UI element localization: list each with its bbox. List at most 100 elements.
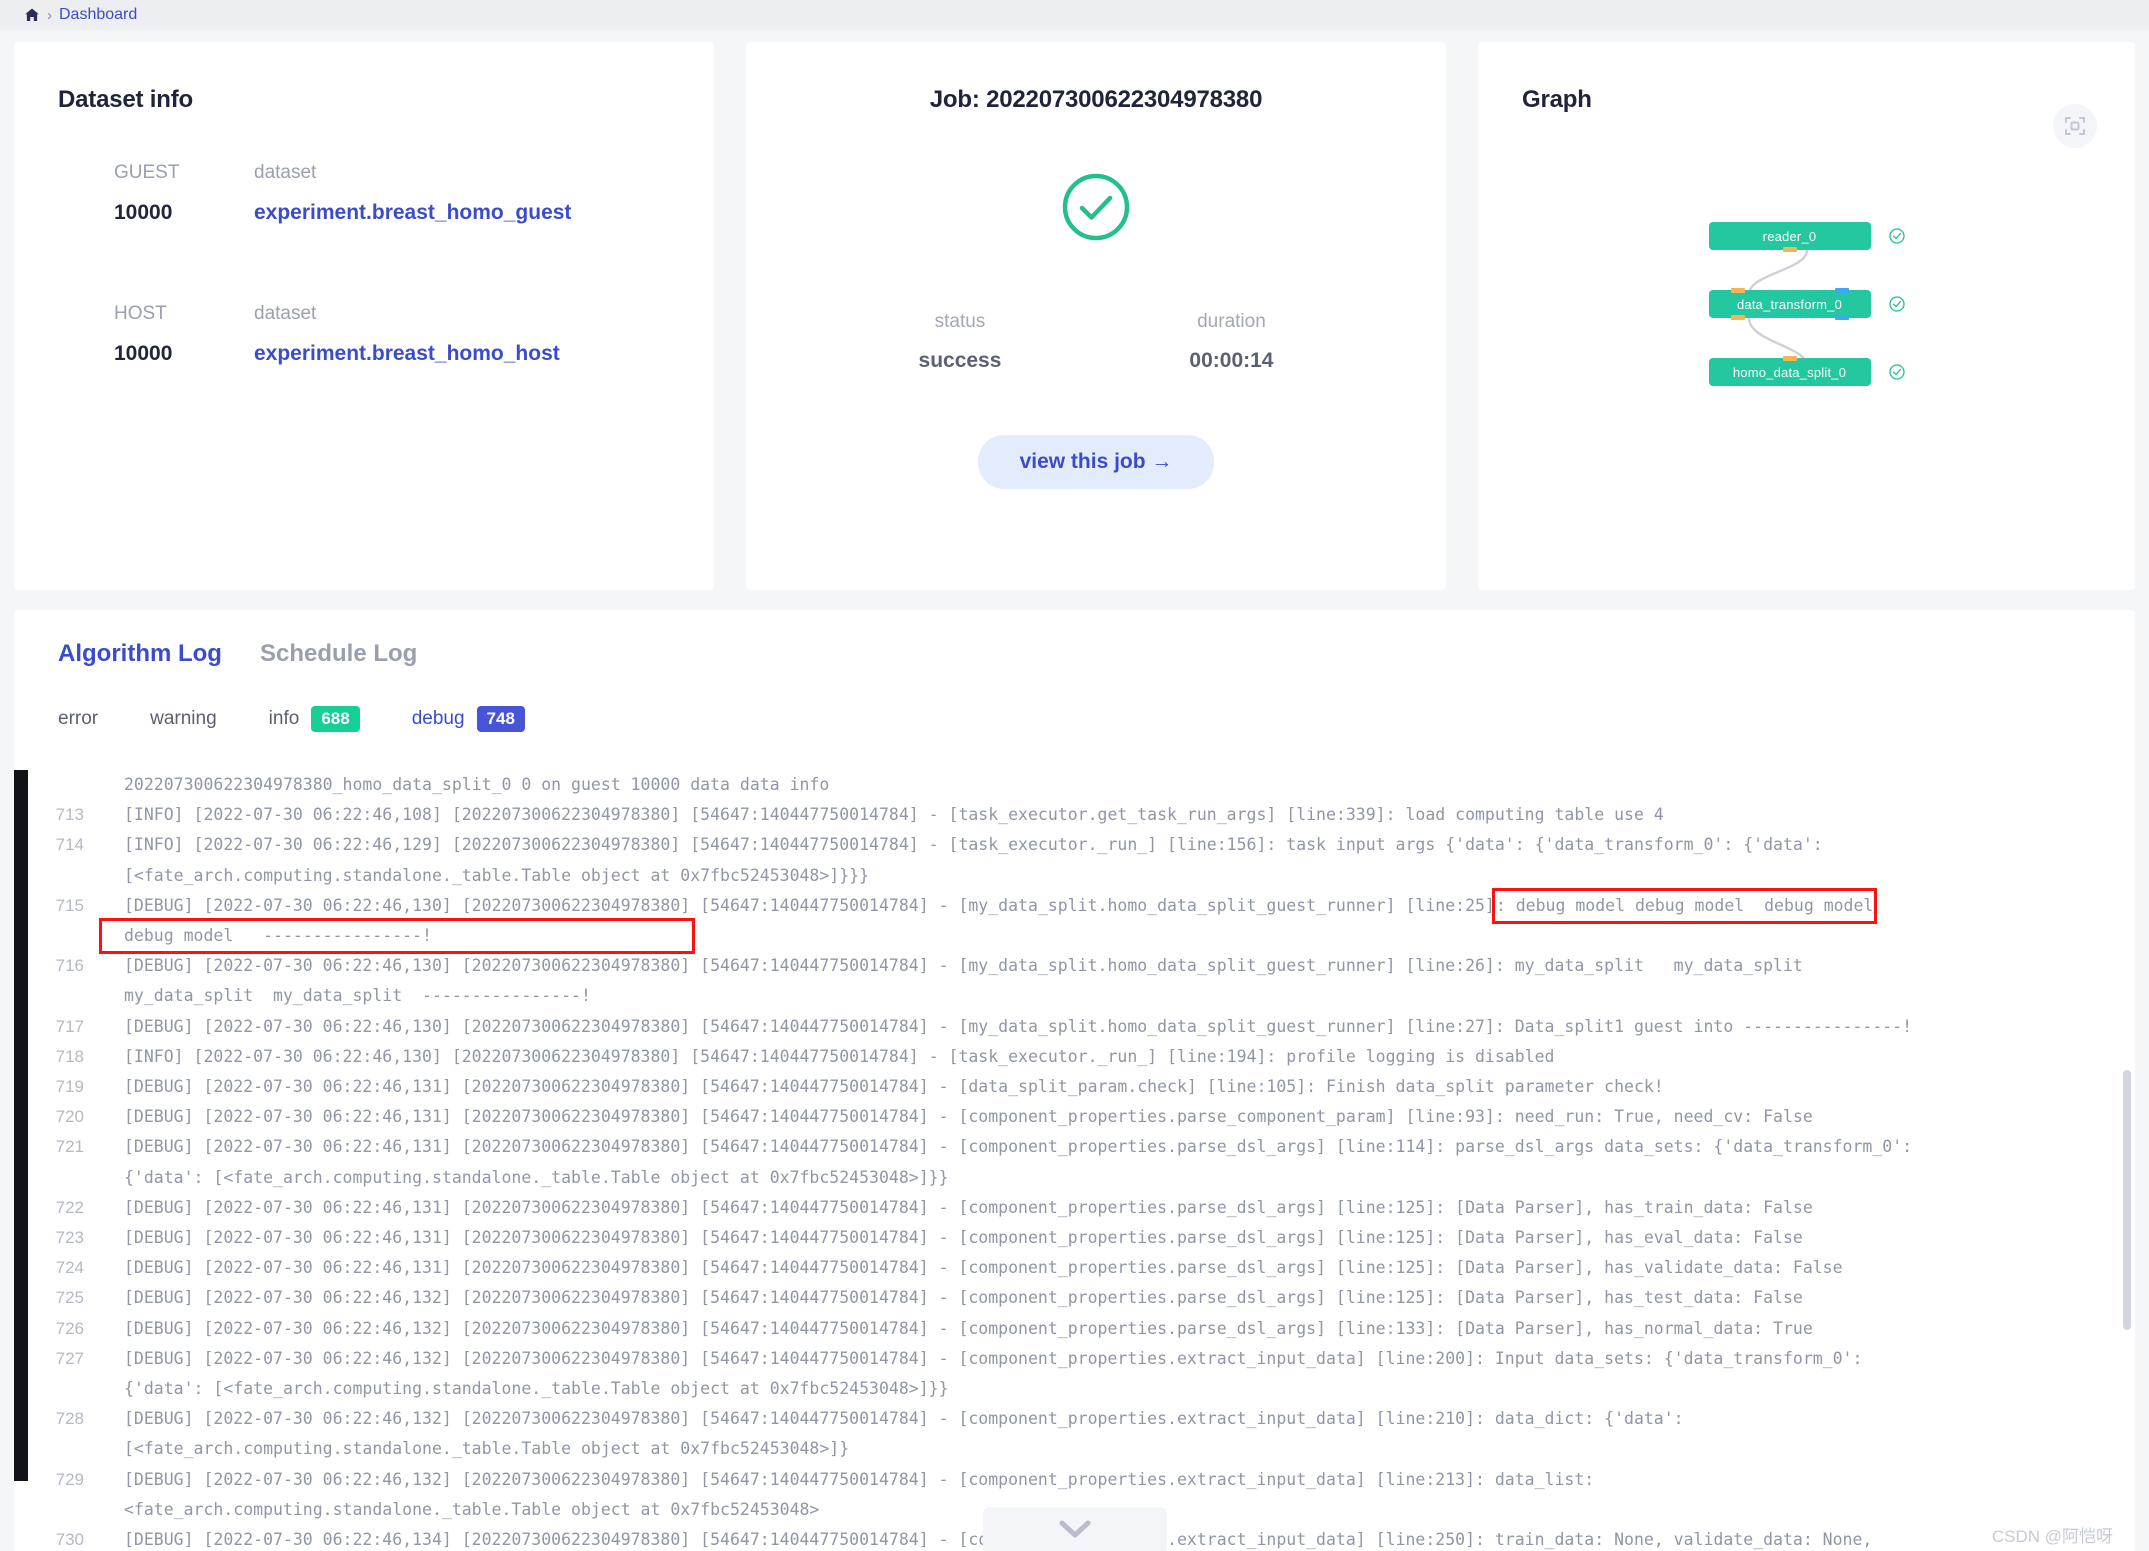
guest-role-value: 10000 bbox=[114, 201, 173, 224]
check-circle-icon bbox=[1888, 364, 1905, 380]
home-icon[interactable] bbox=[24, 7, 40, 23]
log-line: 729 [DEBUG] [2022-07-30 06:22:46,132] [20… bbox=[14, 1465, 2135, 1495]
job-status-icon-wrap bbox=[746, 170, 1446, 249]
log-line-text: [<fate_arch.computing.standalone._table.… bbox=[124, 865, 870, 885]
input-port-icon bbox=[1730, 288, 1745, 293]
log-line: 202207300622304978380_homo_data_split_0 … bbox=[14, 770, 2135, 800]
log-line-text: my_data_split my_data_split ------------… bbox=[124, 986, 591, 1006]
log-line-text: [DEBUG] [2022-07-30 06:22:46,130] [20220… bbox=[124, 1016, 1913, 1036]
log-line-text: [DEBUG] [2022-07-30 06:22:46,131] [20220… bbox=[124, 1197, 1813, 1217]
log-line: 720 [DEBUG] [2022-07-30 06:22:46,131] [20… bbox=[14, 1102, 2135, 1132]
duration-label: duration bbox=[1197, 311, 1266, 332]
csdn-watermark: CSDN @阿恺呀 bbox=[1991, 1527, 2113, 1546]
dag-row-data-transform: data_transform_0 bbox=[1708, 288, 1905, 320]
log-output[interactable]: 202207300622304978380_homo_data_split_0 … bbox=[14, 770, 2135, 1551]
log-line: {'data': [<fate_arch.computing.standalon… bbox=[14, 1163, 2135, 1193]
host-dataset-link[interactable]: experiment.breast_homo_host bbox=[254, 342, 560, 365]
log-level-info-count: 688 bbox=[311, 706, 360, 733]
log-line: {'data': [<fate_arch.computing.standalon… bbox=[14, 1374, 2135, 1404]
fullscreen-icon[interactable] bbox=[2053, 104, 2097, 148]
graph-card: Graph reader_0 data_transform_0 homo_dat… bbox=[1478, 42, 2135, 590]
log-line-text: <fate_arch.computing.standalone._table.T… bbox=[124, 1499, 820, 1519]
log-line-text: [DEBUG] [2022-07-30 06:22:46,132] [20220… bbox=[124, 1348, 1863, 1368]
dataset-row-host: HOST 10000 dataset experiment.breast_hom… bbox=[114, 303, 714, 366]
log-line-text: [<fate_arch.computing.standalone._table.… bbox=[124, 1439, 850, 1459]
load-more-button[interactable] bbox=[982, 1507, 1167, 1551]
log-line: [<fate_arch.computing.standalone._table.… bbox=[14, 1434, 2135, 1464]
breadcrumb-separator: › bbox=[47, 6, 52, 24]
job-duration-metric: duration 00:00:14 bbox=[1189, 311, 1273, 373]
log-level-error-label: error bbox=[58, 708, 99, 730]
dag-row-reader: reader_0 bbox=[1708, 222, 1905, 252]
log-level-debug-count: 748 bbox=[476, 706, 525, 733]
tab-algorithm-log[interactable]: Algorithm Log bbox=[58, 640, 222, 674]
log-line: [<fate_arch.computing.standalone._table.… bbox=[14, 861, 2135, 891]
guest-role-label: GUEST bbox=[114, 162, 180, 183]
log-level-debug-label: debug bbox=[411, 708, 465, 730]
log-line-text: [DEBUG] [2022-07-30 06:22:46,131] [20220… bbox=[124, 1107, 1813, 1127]
log-line: 728 [DEBUG] [2022-07-30 06:22:46,132] [20… bbox=[14, 1404, 2135, 1434]
dataset-rows: GUEST 10000 dataset experiment.breast_ho… bbox=[14, 114, 714, 366]
log-line-text: [DEBUG] [2022-07-30 06:22:46,130] [20220… bbox=[124, 956, 1803, 976]
log-level-error[interactable]: error bbox=[58, 708, 98, 730]
log-line-text: [DEBUG] [2022-07-30 06:22:46,131] [20220… bbox=[124, 1137, 1913, 1157]
status-value: success bbox=[918, 349, 1002, 372]
success-check-circle-icon bbox=[1059, 170, 1133, 249]
guest-dataset-label: dataset bbox=[254, 162, 317, 183]
log-line: my_data_split my_data_split ------------… bbox=[14, 981, 2135, 1011]
dag-node-data-transform-0[interactable]: data_transform_0 bbox=[1708, 288, 1871, 320]
job-status-metric: status success bbox=[919, 311, 1002, 373]
tab-schedule-log[interactable]: Schedule Log bbox=[260, 640, 417, 674]
log-line-text: [DEBUG] [2022-07-30 06:22:46,132] [20220… bbox=[124, 1409, 1684, 1429]
dataset-row-guest: GUEST 10000 dataset experiment.breast_ho… bbox=[114, 162, 714, 225]
log-line: debug model ----------------! bbox=[14, 917, 2135, 955]
log-line-text: {'data': [<fate_arch.computing.standalon… bbox=[124, 1167, 949, 1187]
log-level-info[interactable]: info 688 bbox=[268, 706, 360, 733]
dag-node-homo-data-split-0-label: homo_data_split_0 bbox=[1732, 364, 1847, 380]
model-input-port-icon bbox=[1834, 288, 1849, 293]
log-line: 724 [DEBUG] [2022-07-30 06:22:46,131] [20… bbox=[14, 1253, 2135, 1283]
log-line: 723 [DEBUG] [2022-07-30 06:22:46,131] [20… bbox=[14, 1223, 2135, 1253]
duration-value: 00:00:14 bbox=[1189, 349, 1274, 372]
breadcrumb-dashboard-link[interactable]: Dashboard bbox=[59, 6, 137, 24]
guest-dataset-link[interactable]: experiment.breast_homo_guest bbox=[254, 201, 571, 224]
log-line-text: [DEBUG] [2022-07-30 06:22:46,131] [20220… bbox=[124, 1258, 1843, 1278]
log-line-text: [DEBUG] [2022-07-30 06:22:46,132] [20220… bbox=[124, 1288, 1803, 1308]
log-gutter-rail bbox=[14, 770, 28, 1481]
dag-node-homo-data-split-0[interactable]: homo_data_split_0 bbox=[1708, 356, 1871, 386]
dag-graph: reader_0 data_transform_0 homo_data_spli… bbox=[1478, 222, 2135, 386]
dag-node-reader-0[interactable]: reader_0 bbox=[1708, 222, 1871, 252]
log-line: 726 [DEBUG] [2022-07-30 06:22:46,132] [20… bbox=[14, 1314, 2135, 1344]
log-line: 715 [DEBUG] [2022-07-30 06:22:46,130] [20… bbox=[14, 887, 2135, 925]
view-job-button-wrap: view this job → bbox=[746, 435, 1446, 489]
log-line: 725 [DEBUG] [2022-07-30 06:22:46,132] [20… bbox=[14, 1283, 2135, 1313]
summary-cards-row: Dataset info GUEST 10000 dataset experim… bbox=[0, 30, 2149, 590]
job-status-card: Job: 202207300622304978380 status succes… bbox=[746, 42, 1446, 590]
dag-row-homo-data-split: homo_data_split_0 bbox=[1708, 356, 1905, 386]
log-line: 718 [INFO] [2022-07-30 06:22:46,130] [202… bbox=[14, 1042, 2135, 1072]
log-line: 727 [DEBUG] [2022-07-30 06:22:46,132] [20… bbox=[14, 1344, 2135, 1374]
view-this-job-button[interactable]: view this job → bbox=[977, 435, 1215, 489]
check-circle-icon bbox=[1888, 296, 1905, 312]
job-metrics: status success duration 00:00:14 bbox=[746, 311, 1446, 373]
log-level-debug[interactable]: debug 748 bbox=[411, 706, 525, 733]
log-line: 716 [DEBUG] [2022-07-30 06:22:46,130] [20… bbox=[14, 951, 2135, 981]
log-scrollbar-thumb[interactable] bbox=[2123, 1070, 2131, 1330]
host-role-value: 10000 bbox=[114, 342, 173, 365]
log-level-filters: error warning info 688 debug 748 bbox=[14, 674, 2135, 733]
chevron-down-icon bbox=[1058, 1519, 1092, 1544]
status-label: status bbox=[934, 311, 986, 332]
log-line-number: 730 bbox=[55, 1530, 84, 1550]
log-line-text: [DEBUG] [2022-07-30 06:22:46,132] [20220… bbox=[124, 1318, 1813, 1338]
dag-node-reader-0-label: reader_0 bbox=[1762, 228, 1817, 244]
log-level-warning[interactable]: warning bbox=[150, 708, 217, 730]
log-level-info-label: info bbox=[268, 708, 300, 730]
log-line-list: 202207300622304978380_homo_data_split_0 … bbox=[14, 770, 2135, 1551]
input-port-icon bbox=[1782, 356, 1797, 361]
host-dataset-label: dataset bbox=[254, 303, 317, 324]
log-line: 713 [INFO] [2022-07-30 06:22:46,108] [202… bbox=[14, 800, 2135, 830]
log-line: 714 [INFO] [2022-07-30 06:22:46,129] [202… bbox=[14, 830, 2135, 860]
dataset-info-title: Dataset info bbox=[58, 86, 193, 113]
log-line-text: [INFO] [2022-07-30 06:22:46,130] [202207… bbox=[124, 1046, 1555, 1066]
job-title: Job: 202207300622304978380 bbox=[929, 86, 1263, 113]
